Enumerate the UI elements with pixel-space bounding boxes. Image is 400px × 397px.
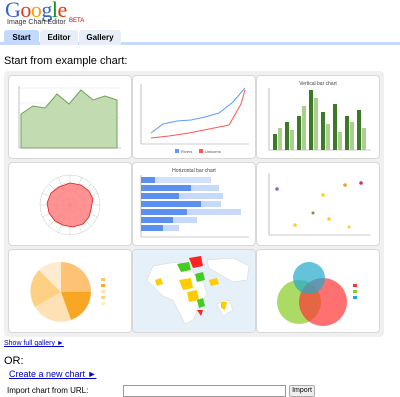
example-map-chart[interactable] [132, 249, 256, 333]
vertical-bar-chart-thumbnail: Vertical bar chart [268, 81, 371, 151]
venn-chart-thumbnail [277, 262, 357, 326]
line-chart-thumbnail: Rivers Unicorns [140, 84, 249, 154]
example-vertical-bar-chart[interactable]: Vertical bar chart [256, 75, 380, 159]
venn-circles [277, 262, 347, 326]
examples-heading: Start from example chart: [4, 55, 128, 67]
area-fill [20, 89, 118, 149]
logo-subtitle: Image Chart Editor [7, 19, 66, 26]
bar-group [273, 90, 366, 150]
example-chart-grid: Rivers Unicorns Vertical bar chart Horiz… [4, 71, 384, 337]
create-new-chart-link[interactable]: Create a new chart ► [9, 369, 96, 379]
area-chart-thumbnail [18, 86, 121, 149]
scatter-points [275, 181, 363, 229]
beta-badge: BETA [69, 18, 85, 24]
radar-chart-thumbnail [39, 174, 101, 236]
scatter-chart-thumbnail [268, 173, 371, 236]
example-area-chart[interactable] [8, 75, 132, 159]
legend-swatch [199, 149, 203, 153]
legend-swatch [175, 149, 179, 153]
pie-chart-thumbnail [30, 261, 105, 322]
pie-slices [30, 261, 91, 322]
tab-gallery[interactable]: Gallery [79, 30, 121, 45]
legend-label: Rivers [181, 149, 192, 154]
example-venn-chart[interactable] [256, 249, 380, 333]
example-horizontal-bar-chart[interactable]: Horizontal bar chart [132, 162, 256, 246]
import-url-label: Import chart from URL: [7, 386, 89, 395]
chart-title: Horizontal bar chart [172, 168, 216, 174]
or-label: OR: [4, 355, 24, 367]
import-url-input[interactable] [123, 385, 286, 397]
chart-title: Vertical bar chart [299, 81, 337, 87]
google-logo: Google Image Chart Editor BETA [5, 0, 85, 29]
tab-start[interactable]: Start [4, 30, 39, 45]
horizontal-bar-chart-thumbnail: Horizontal bar chart [140, 168, 249, 238]
tab-bar: Start Editor Gallery [0, 30, 400, 45]
bar-group [141, 177, 241, 231]
line-series-rivers [150, 87, 246, 134]
example-pie-chart[interactable] [8, 249, 132, 333]
pie-legend [101, 278, 105, 305]
example-radar-chart[interactable] [8, 162, 132, 246]
map-chart-thumbnail [133, 250, 255, 332]
import-button[interactable]: Import [289, 385, 315, 397]
line-series-unicorns [150, 89, 246, 139]
example-line-chart[interactable]: Rivers Unicorns [132, 75, 256, 159]
legend-label: Unicorns [205, 149, 221, 154]
radar-fill [46, 182, 94, 228]
example-scatter-chart[interactable] [256, 162, 380, 246]
show-full-gallery-link[interactable]: Show full gallery ► [4, 340, 64, 347]
tab-editor[interactable]: Editor [40, 30, 78, 45]
header: Google Image Chart Editor BETA [0, 0, 400, 30]
venn-legend [353, 284, 357, 299]
